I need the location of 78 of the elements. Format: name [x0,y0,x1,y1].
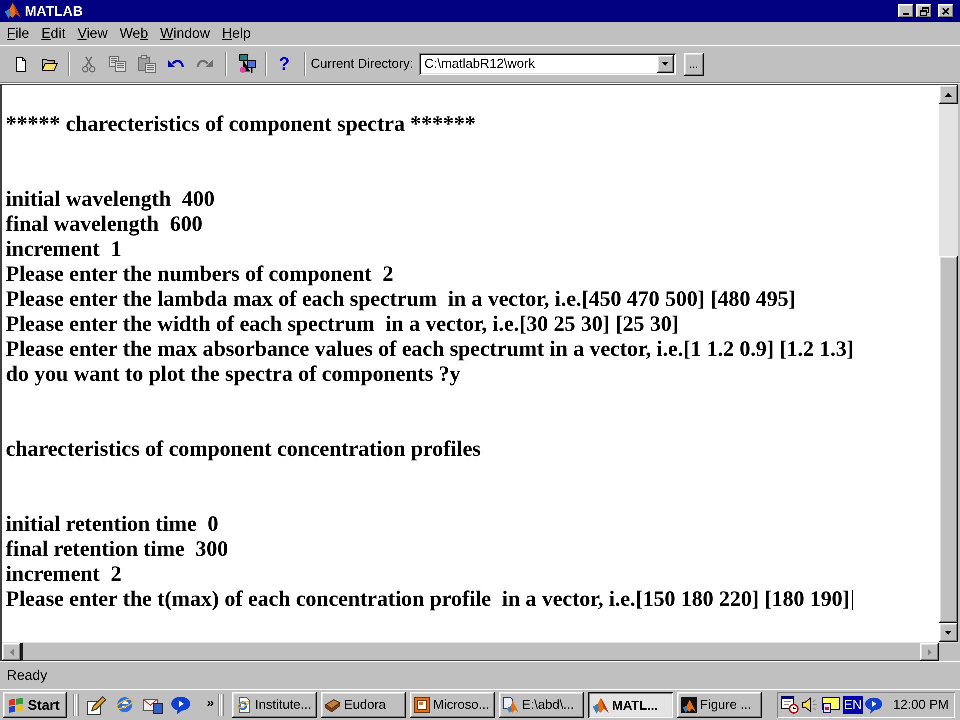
taskbar-button[interactable]: Eudora [321,692,406,718]
console-line: initial retention time 0 [6,512,219,537]
app-logo-icon [5,3,21,19]
document-logo-icon [503,697,520,713]
console-line: increment 2 [6,562,122,587]
close-button[interactable] [938,4,954,18]
language-indicator[interactable]: EN [843,696,864,714]
copy-icon [109,56,126,72]
down-arrow-icon [945,630,952,634]
app-logo-icon [593,698,610,714]
redo-icon [196,58,212,70]
minimize-button[interactable] [898,4,914,18]
console-line: final retention time 300 [6,537,228,562]
globe-icon[interactable] [115,695,135,715]
menu-item[interactable]: View [72,24,114,43]
folder-icon [40,56,58,72]
minimize-icon [903,13,909,15]
text-cursor [852,590,854,610]
page-globe-icon [236,697,252,713]
scrollbar-corner [939,643,958,661]
help-button[interactable]: ? [270,51,299,77]
book-icon [325,697,342,713]
scroll-right-button[interactable] [920,643,939,661]
right-arrow-icon [928,648,932,656]
directory-label: Current Directory: [311,56,414,72]
console-line: Please enter the width of each spectrum in a vector, i.e.[30 25 30] [25 30] [6,312,680,337]
caret-icon [662,62,669,66]
block-diagram-icon [238,54,256,74]
directory-combobox[interactable]: C:\matlabR12\work [418,53,676,75]
taskbar-button[interactable]: Figure ... [677,692,762,718]
taskbar-button[interactable]: E:\abd\... [499,692,584,718]
console-line: Please enter the numbers of component 2 [6,262,394,287]
console-line: Please enter the t(max) of each concentration profile in a vector, i.e.[150 180 220] [180 190] [6,587,850,612]
console-line: Please enter the lambda max of each spectrum in a vector, i.e.[450 470 500] [480 495] [6,287,796,312]
envelope-icon[interactable] [143,696,163,714]
console-line: charecteristics of component concentration profiles [6,437,481,462]
scroll-left-button[interactable] [2,643,21,661]
display-icon[interactable] [822,696,840,714]
menu-item[interactable]: Edit [36,24,72,43]
scrollbar-thumb[interactable] [939,256,958,623]
undo-icon [168,58,184,70]
console-line: Please enter the max absorbance values of each spectrumt in a vector, i.e.[1 1.2 0.9] [1.2 1.3] [6,337,854,362]
menu-item[interactable]: File [1,24,36,43]
browse-button[interactable]: ... [684,52,704,76]
speech-bubble-icon[interactable] [171,696,191,714]
left-arrow-icon [10,648,14,656]
console-line: do you want to plot the spectra of components ?y [6,362,461,387]
console-line: increment 1 [6,237,122,262]
console-line: final wavelength 600 [6,212,203,237]
taskbar-button[interactable]: Institute... [232,692,318,718]
taskbar-button[interactable]: MATL... [588,692,674,718]
menu-item[interactable]: Web [114,24,154,43]
presentation-icon [414,697,430,713]
scroll-up-button[interactable] [939,85,958,104]
taskbar-button[interactable]: Microso... [410,692,496,718]
more-button[interactable]: » [207,696,214,710]
speaker-icon[interactable] [802,697,818,713]
restore-icon [920,6,928,16]
status-text: Ready [7,667,48,684]
menu-item[interactable]: Help [216,24,257,43]
windows-flag-icon [8,698,25,712]
restore-button[interactable] [916,4,932,18]
dropdown-button[interactable] [656,55,674,73]
window-title: MATLAB [25,3,84,19]
speech-bubble-icon[interactable] [865,696,884,714]
scissors-icon [82,56,96,72]
menu-item[interactable]: Window [154,24,216,43]
console-line: ***** charecteristics of component spectra ****** [6,112,476,137]
scroll-down-button[interactable] [939,623,958,642]
start-button[interactable]: Start [3,692,67,718]
clipboard-icon [138,55,156,73]
calendar-clock-icon[interactable] [781,696,799,714]
clock-text: 12:00 PM [893,697,949,713]
figure-window-icon [681,697,698,713]
close-icon [942,8,950,14]
console-line: initial wavelength 400 [6,187,215,212]
up-arrow-icon [945,92,952,96]
pencil-icon[interactable] [87,696,107,714]
